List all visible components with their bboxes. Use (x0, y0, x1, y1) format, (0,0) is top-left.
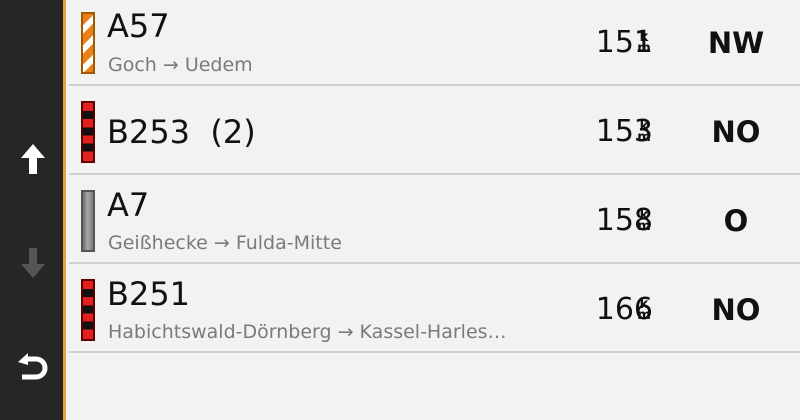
traffic-jam-indicator-icon (81, 279, 95, 341)
list-item[interactable]: A7 Geißhecke → Fulda-Mitte 158 k m O (69, 178, 800, 264)
construction-indicator-icon (81, 12, 95, 74)
distance-unit: k m (637, 298, 651, 323)
road-name: B253 (2) (107, 113, 256, 151)
road-name: A57 (107, 7, 170, 45)
unit-bottom: m (637, 41, 651, 56)
direction-label: NW (707, 26, 765, 60)
road-name: B251 (107, 275, 191, 313)
road-name: A7 (107, 186, 150, 224)
route-text: Goch → Uedem (108, 56, 253, 75)
distance-unit: k m (637, 209, 651, 234)
list-item[interactable]: B253 (2) 153 k m NO (69, 89, 800, 175)
scroll-down-button[interactable] (0, 235, 66, 291)
arrow-down-icon (21, 248, 45, 278)
traffic-list: A57 Goch → Uedem 151 k m NW B253 (2) 153… (69, 0, 800, 420)
unit-bottom: m (637, 219, 651, 234)
list-item[interactable]: B251 Habichtswald-Dörnberg → Kassel-Harl… (69, 267, 800, 353)
direction-label: NO (711, 115, 761, 149)
list-item[interactable]: A57 Goch → Uedem 151 k m NW (69, 0, 800, 86)
route-text: Geißhecke → Fulda-Mitte (108, 234, 342, 253)
back-icon (18, 353, 48, 380)
unit-bottom: m (637, 308, 651, 323)
distance-unit: k m (637, 120, 651, 145)
traffic-jam-indicator-icon (81, 101, 95, 163)
distance-unit: k m (637, 31, 651, 56)
scroll-up-button[interactable] (0, 131, 66, 187)
sidebar (0, 0, 66, 420)
back-button[interactable] (0, 340, 66, 396)
no-traffic-indicator-icon (81, 190, 95, 252)
direction-label: NO (711, 293, 761, 327)
direction-label: O (723, 204, 749, 238)
unit-bottom: m (637, 130, 651, 145)
arrow-up-icon (21, 144, 45, 174)
route-text: Habichtswald-Dörnberg → Kassel-Harles… (108, 323, 507, 342)
